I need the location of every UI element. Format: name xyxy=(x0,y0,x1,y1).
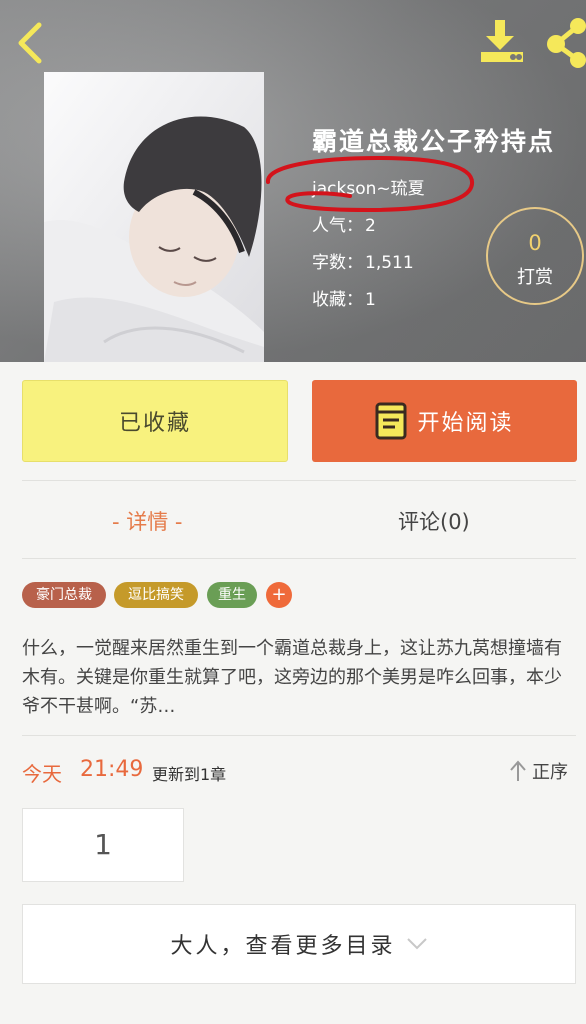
sort-order-label: 正序 xyxy=(532,762,568,783)
chapter-tile[interactable]: 1 xyxy=(22,808,184,882)
tab-comments[interactable]: 评论(0) xyxy=(398,506,470,536)
chevron-down-icon xyxy=(406,938,427,950)
favorited-button-label: 已收藏 xyxy=(118,411,191,436)
arrow-up-icon xyxy=(510,760,526,781)
download-icon xyxy=(481,20,523,62)
book-title: 霸道总裁公子矜持点 xyxy=(312,127,556,156)
share-icon xyxy=(547,18,586,68)
tag-chip[interactable]: 重生 xyxy=(207,582,257,608)
update-day: 今天 xyxy=(22,762,62,786)
book-cover-image[interactable] xyxy=(44,72,264,362)
chevron-left-icon xyxy=(18,22,42,64)
tag-chip[interactable]: 逗比搞笑 xyxy=(114,582,198,608)
stat-favorites-label: 收藏： xyxy=(312,290,363,310)
stat-popularity: 人气： 2 xyxy=(312,211,376,236)
tag-chip[interactable]: 豪门总裁 xyxy=(22,582,106,608)
update-status: 更新到1章 xyxy=(152,765,227,784)
cover-illustration xyxy=(44,72,264,362)
download-button[interactable] xyxy=(477,18,527,66)
more-catalog-label: 大人，查看更多目录 xyxy=(170,934,396,959)
sort-order-button[interactable]: 正序 xyxy=(510,758,568,784)
divider xyxy=(22,735,576,736)
stat-popularity-label: 人气： xyxy=(312,216,363,236)
book-author[interactable]: jackson~琉夏 xyxy=(312,174,425,199)
back-button[interactable] xyxy=(10,18,50,68)
divider xyxy=(22,480,576,481)
stat-word-count-label: 字数： xyxy=(312,253,363,273)
stat-popularity-value: 2 xyxy=(365,216,376,236)
book-icon xyxy=(375,402,407,440)
stat-word-count: 字数： 1,511 xyxy=(312,248,414,273)
tab-detail[interactable]: - 详情 - xyxy=(112,506,183,536)
add-tag-button[interactable]: + xyxy=(266,582,292,608)
stat-word-count-value: 1,511 xyxy=(365,253,414,273)
stat-favorites: 收藏： 1 xyxy=(312,285,376,310)
more-catalog-button[interactable]: 大人，查看更多目录 xyxy=(22,904,576,984)
reward-button[interactable]: 0 打赏 xyxy=(486,207,584,305)
stat-favorites-value: 1 xyxy=(365,290,376,310)
divider xyxy=(22,558,576,559)
share-button[interactable] xyxy=(544,18,586,68)
favorited-button[interactable]: 已收藏 xyxy=(22,380,288,462)
start-reading-button[interactable]: 开始阅读 xyxy=(312,380,577,462)
book-header: 霸道总裁公子矜持点 jackson~琉夏 人气： 2 字数： 1,511 收藏： 1 … xyxy=(0,0,586,362)
start-reading-label: 开始阅读 xyxy=(417,411,514,436)
book-synopsis[interactable]: 什么，一觉醒来居然重生到一个霸道总裁身上，这让苏九莴想撞墙有木有。关键是你重生就… xyxy=(22,634,570,721)
reward-count: 0 xyxy=(528,231,542,255)
update-time: 21:49 xyxy=(80,757,144,782)
reward-label: 打赏 xyxy=(517,267,553,288)
